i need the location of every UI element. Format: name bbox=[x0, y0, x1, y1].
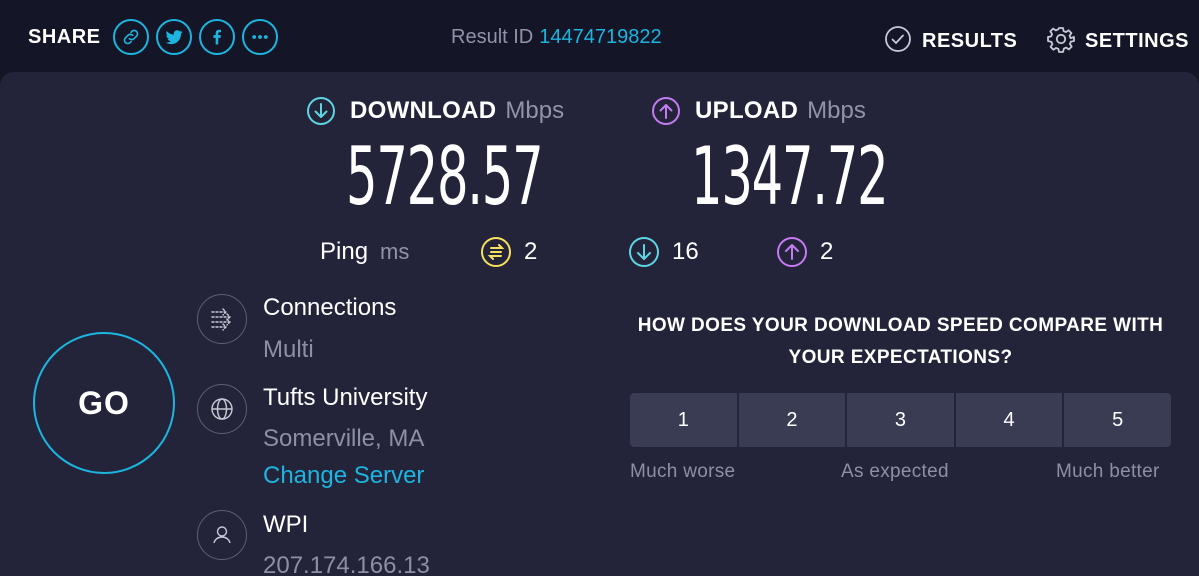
settings-label: SETTINGS bbox=[1085, 30, 1190, 52]
download-arrow-icon bbox=[307, 97, 335, 125]
survey-question: HOW DOES YOUR DOWNLOAD SPEED COMPARE WIT… bbox=[637, 315, 1164, 368]
download-ping-value: 16 bbox=[672, 238, 699, 265]
server-name: Tufts University bbox=[263, 384, 428, 411]
rating-button-5[interactable]: 5 bbox=[1064, 393, 1171, 447]
gear-icon bbox=[1047, 25, 1075, 58]
isp-name: WPI bbox=[263, 511, 309, 538]
globe-icon bbox=[197, 384, 247, 434]
idle-ping: 2 bbox=[480, 234, 537, 270]
download-value: 5728.57 bbox=[346, 130, 544, 223]
rating-button-3[interactable]: 3 bbox=[847, 393, 956, 447]
user-icon bbox=[197, 510, 247, 560]
ping-unit: ms bbox=[380, 239, 410, 264]
upload-title: UPLOAD bbox=[695, 97, 799, 124]
download-ping: 16 bbox=[628, 234, 699, 270]
results-label: RESULTS bbox=[922, 30, 1018, 52]
facebook-share-button[interactable] bbox=[198, 19, 235, 55]
scale-high-label: Much better bbox=[1056, 461, 1160, 482]
more-share-button[interactable] bbox=[241, 19, 278, 55]
upload-value: 1347.72 bbox=[691, 130, 889, 223]
connections-value: Multi bbox=[263, 336, 314, 363]
idle-ping-value: 2 bbox=[524, 238, 538, 265]
results-nav-button[interactable]: RESULTS bbox=[884, 25, 1017, 58]
rating-scale: 1 2 3 4 5 bbox=[630, 393, 1171, 447]
ping-label: Ping bbox=[320, 238, 369, 265]
link-icon bbox=[123, 29, 138, 45]
upload-speed: UPLOAD Mbps 1347.72 bbox=[651, 94, 889, 223]
connections-icon[interactable] bbox=[197, 294, 247, 344]
scale-low-label: Much worse bbox=[630, 461, 736, 482]
result-id-link[interactable]: 14474719822 bbox=[539, 26, 661, 48]
idle-latency-icon bbox=[481, 237, 511, 267]
change-server-link[interactable]: Change Server bbox=[263, 462, 424, 490]
download-unit: Mbps bbox=[505, 97, 565, 124]
rating-button-1[interactable]: 1 bbox=[630, 393, 739, 447]
go-label: GO bbox=[78, 384, 130, 421]
facebook-icon bbox=[212, 29, 221, 45]
upload-ping-value: 2 bbox=[820, 238, 834, 265]
download-title: DOWNLOAD bbox=[350, 97, 497, 124]
result-id: Result ID 14474719822 bbox=[451, 26, 662, 49]
upload-latency-icon bbox=[777, 237, 807, 267]
more-icon bbox=[251, 35, 268, 39]
go-button[interactable]: GO bbox=[33, 332, 175, 474]
server-location: Somerville, MA bbox=[263, 425, 425, 452]
rating-button-4[interactable]: 4 bbox=[955, 393, 1065, 447]
twitter-share-button[interactable] bbox=[155, 19, 192, 55]
settings-nav-button[interactable]: SETTINGS bbox=[1047, 25, 1189, 58]
check-circle-icon bbox=[884, 25, 912, 58]
share-label: SHARE bbox=[28, 25, 101, 48]
upload-arrow-icon bbox=[652, 97, 680, 125]
share-group: SHARE bbox=[28, 18, 285, 56]
connections-title: Connections bbox=[263, 294, 397, 321]
link-share-button[interactable] bbox=[112, 19, 149, 55]
twitter-icon bbox=[165, 30, 183, 45]
rating-button-2[interactable]: 2 bbox=[738, 393, 848, 447]
upload-unit: Mbps bbox=[807, 97, 866, 124]
download-latency-icon bbox=[629, 237, 659, 267]
ping-row: Ping ms bbox=[320, 234, 409, 270]
upload-ping: 2 bbox=[776, 234, 833, 270]
result-id-label: Result ID bbox=[451, 26, 534, 48]
ip-address: 207.174.166.13 bbox=[263, 552, 430, 576]
top-bar: SHARE Result ID 14474719822 RESULTS SETT… bbox=[0, 0, 1199, 72]
download-speed: DOWNLOAD Mbps 5728.57 bbox=[306, 94, 565, 223]
scale-mid-label: As expected bbox=[841, 461, 949, 482]
